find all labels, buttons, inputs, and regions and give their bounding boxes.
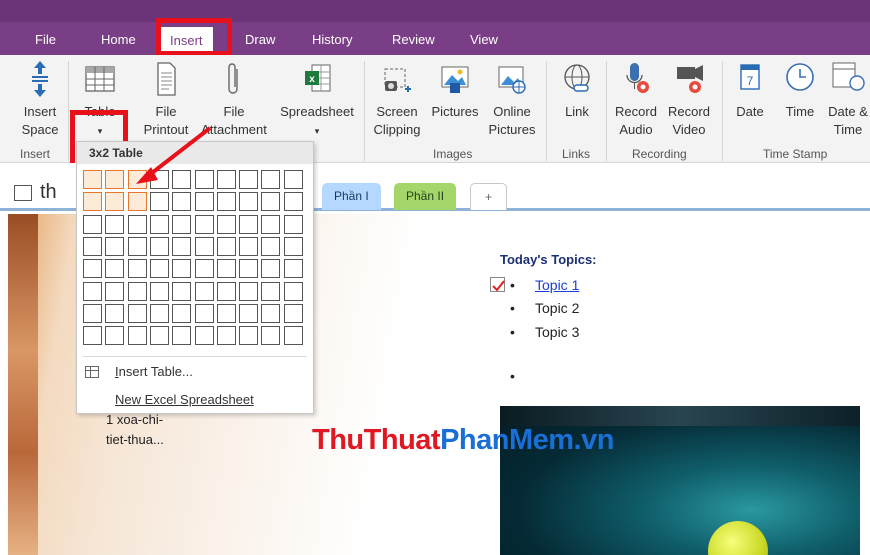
pointer-arrow <box>136 126 212 184</box>
